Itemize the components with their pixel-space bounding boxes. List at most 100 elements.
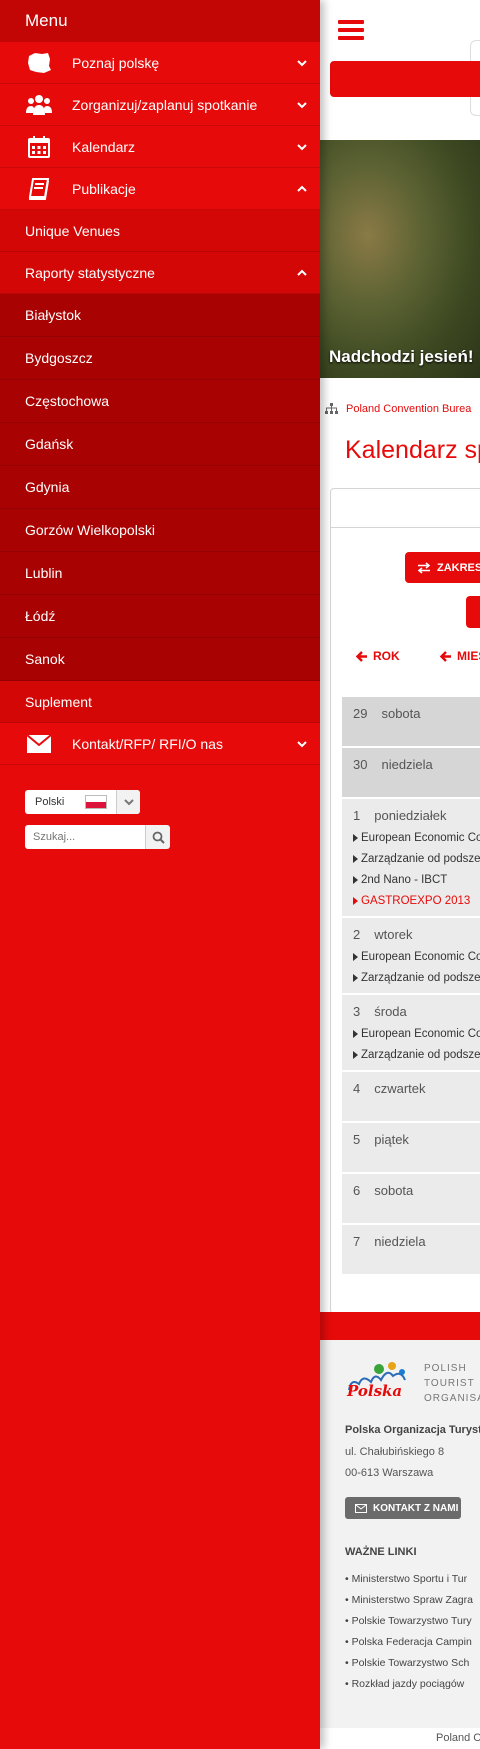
event-link[interactable]: European Economic Congr	[342, 827, 480, 848]
sidebar-item-zorganizuj[interactable]: Zorganizuj/zaplanuj spotkanie	[0, 84, 320, 126]
sidebar-item-poznaj-polske[interactable]: Poznaj polskę	[0, 42, 320, 84]
event-link[interactable]: Zarządzanie od podszewki	[342, 967, 480, 988]
language-select[interactable]: Polski	[25, 790, 140, 814]
breadcrumb[interactable]: Poland Convention Burea	[325, 403, 471, 415]
poland-map-icon	[25, 51, 53, 75]
city-item[interactable]: Białystok	[0, 294, 320, 337]
city-label: Lublin	[25, 565, 63, 581]
day-header: 3 środa	[353, 1004, 407, 1019]
footer-link[interactable]: • Ministerstwo Sportu i Tur	[345, 1573, 473, 1594]
calendar-day[interactable]: 7 niedziela	[342, 1225, 480, 1276]
sidebar-item-label: Kalendarz	[72, 138, 136, 155]
breadcrumb-link[interactable]: Poland Convention Burea	[346, 403, 471, 415]
hero-image	[320, 140, 480, 378]
contact-button-label: KONTAKT Z NAMI	[373, 1502, 459, 1514]
org-tagline: POLISHTOURISTORGANISAT	[424, 1363, 480, 1404]
search-box	[25, 825, 170, 849]
calendar-day[interactable]: 2wtorek European Economic Congr Zarządza…	[342, 918, 480, 995]
day-header: 5 piątek	[353, 1132, 409, 1147]
calendar-panel-header	[330, 488, 480, 528]
city-item[interactable]: Gorzów Wielkopolski	[0, 509, 320, 552]
city-item[interactable]: Łódź	[0, 595, 320, 638]
book-icon	[25, 177, 53, 201]
prev-year-link[interactable]: ROK	[356, 649, 400, 663]
sitemap-icon	[325, 403, 338, 414]
city-label: Bydgoszcz	[25, 350, 93, 366]
city-item[interactable]: Gdańsk	[0, 423, 320, 466]
language-label: Polski	[35, 796, 65, 808]
city-item[interactable]: Lublin	[0, 552, 320, 595]
copyright-text: Poland C	[320, 1728, 480, 1749]
sidebar-subitem-label: Raporty statystyczne	[25, 264, 155, 281]
sidebar-subitem-unique-venues[interactable]: Unique Venues	[0, 210, 320, 252]
city-label: Łódź	[25, 608, 56, 624]
address-line: ul. Chałubińskiego 8	[345, 1446, 445, 1458]
chevron-down-icon[interactable]	[116, 790, 140, 814]
day-header: 2 wtorek	[353, 927, 413, 942]
address-line: 00-613 Warszawa	[345, 1467, 434, 1479]
hamburger-menu-icon[interactable]	[338, 20, 364, 40]
chevron-down-icon[interactable]	[296, 141, 308, 153]
footer-link[interactable]: • Polska Federacja Campin	[345, 1636, 473, 1657]
prev-month-link[interactable]: MIES	[440, 649, 480, 663]
sidebar-item-label: Kontakt/RFP/ RFI/O nas	[72, 735, 223, 752]
calendar-red-button[interactable]	[466, 596, 480, 628]
polska-logo[interactable]: Polska	[345, 1360, 410, 1404]
city-item[interactable]: Bydgoszcz	[0, 337, 320, 380]
chevron-down-icon[interactable]	[296, 738, 308, 750]
city-item[interactable]: Częstochowa	[0, 380, 320, 423]
city-item[interactable]: Sanok	[0, 638, 320, 681]
search-input[interactable]	[25, 825, 145, 849]
footer-link[interactable]: • Polskie Towarzystwo Tury	[345, 1615, 473, 1636]
envelope-icon	[355, 1503, 367, 1513]
exchange-icon	[417, 561, 431, 574]
footer-link[interactable]: • Polskie Towarzystwo Sch	[345, 1657, 473, 1678]
event-link[interactable]: European Economic Congr	[342, 1023, 480, 1044]
chevron-down-icon[interactable]	[296, 57, 308, 69]
event-link[interactable]: Zarządzanie od podszewki	[342, 1044, 480, 1065]
calendar-day[interactable]: 3środa European Economic Congr Zarządzan…	[342, 995, 480, 1072]
sidebar-subitem-suplement[interactable]: Suplement	[0, 681, 320, 723]
contact-button[interactable]: KONTAKT Z NAMI	[345, 1497, 461, 1519]
city-label: Sanok	[25, 651, 65, 667]
page-title: Kalendarz spo	[345, 436, 480, 464]
range-button[interactable]: ZAKRES	[405, 552, 480, 583]
chevron-up-icon[interactable]	[296, 267, 308, 279]
city-label: Gdańsk	[25, 436, 74, 452]
day-header: 1 poniedziałek	[353, 808, 447, 823]
envelope-icon	[25, 732, 53, 756]
event-link[interactable]: European Economic Congr	[342, 946, 480, 967]
calendar-icon	[25, 135, 53, 159]
footer-red-strip	[320, 1312, 480, 1340]
day-header: 7 niedziela	[353, 1234, 426, 1249]
sidebar-subitem-raporty[interactable]: Raporty statystyczne	[0, 252, 320, 294]
footer-link[interactable]: • Ministerstwo Spraw Zagra	[345, 1594, 473, 1615]
sidebar-subitem-label: Unique Venues	[25, 222, 120, 239]
city-label: Częstochowa	[25, 393, 110, 409]
calendar-day[interactable]: 29 sobota	[342, 697, 480, 748]
calendar-day[interactable]: 4 czwartek	[342, 1072, 480, 1123]
city-label: Białystok	[25, 307, 82, 323]
arrow-left-icon	[440, 650, 451, 662]
calendar-day[interactable]: 6 sobota	[342, 1174, 480, 1225]
day-header: 30 niedziela	[353, 757, 433, 772]
event-link-highlight[interactable]: GASTROEXPO 2013	[342, 890, 480, 911]
footer-link[interactable]: • Rozkład jazdy pociągów	[345, 1678, 473, 1699]
event-link[interactable]: 2nd Nano - IBCT	[342, 869, 480, 890]
sidebar-item-kalendarz[interactable]: Kalendarz	[0, 126, 320, 168]
sidebar-item-publikacje[interactable]: Publikacje	[0, 168, 320, 210]
org-name: Polska Organizacja Turysty	[345, 1424, 480, 1436]
sidebar-item-kontakt[interactable]: Kontakt/RFP/ RFI/O nas	[0, 723, 320, 765]
links-heading: WAŻNE LINKI	[345, 1546, 417, 1558]
year-label: ROK	[373, 649, 400, 663]
city-item[interactable]: Gdynia	[0, 466, 320, 509]
calendar-day[interactable]: 5 piątek	[342, 1123, 480, 1174]
event-link[interactable]: Zarządzanie od podszewki	[342, 848, 480, 869]
calendar-day[interactable]: 1poniedziałek European Economic Congr Za…	[342, 799, 480, 918]
chevron-down-icon[interactable]	[296, 99, 308, 111]
search-icon[interactable]	[145, 825, 170, 849]
sidebar-item-label: Zorganizuj/zaplanuj spotkanie	[72, 96, 258, 113]
calendar-day[interactable]: 30 niedziela	[342, 748, 480, 799]
chevron-up-icon[interactable]	[296, 183, 308, 195]
day-header: 29 sobota	[353, 706, 421, 721]
